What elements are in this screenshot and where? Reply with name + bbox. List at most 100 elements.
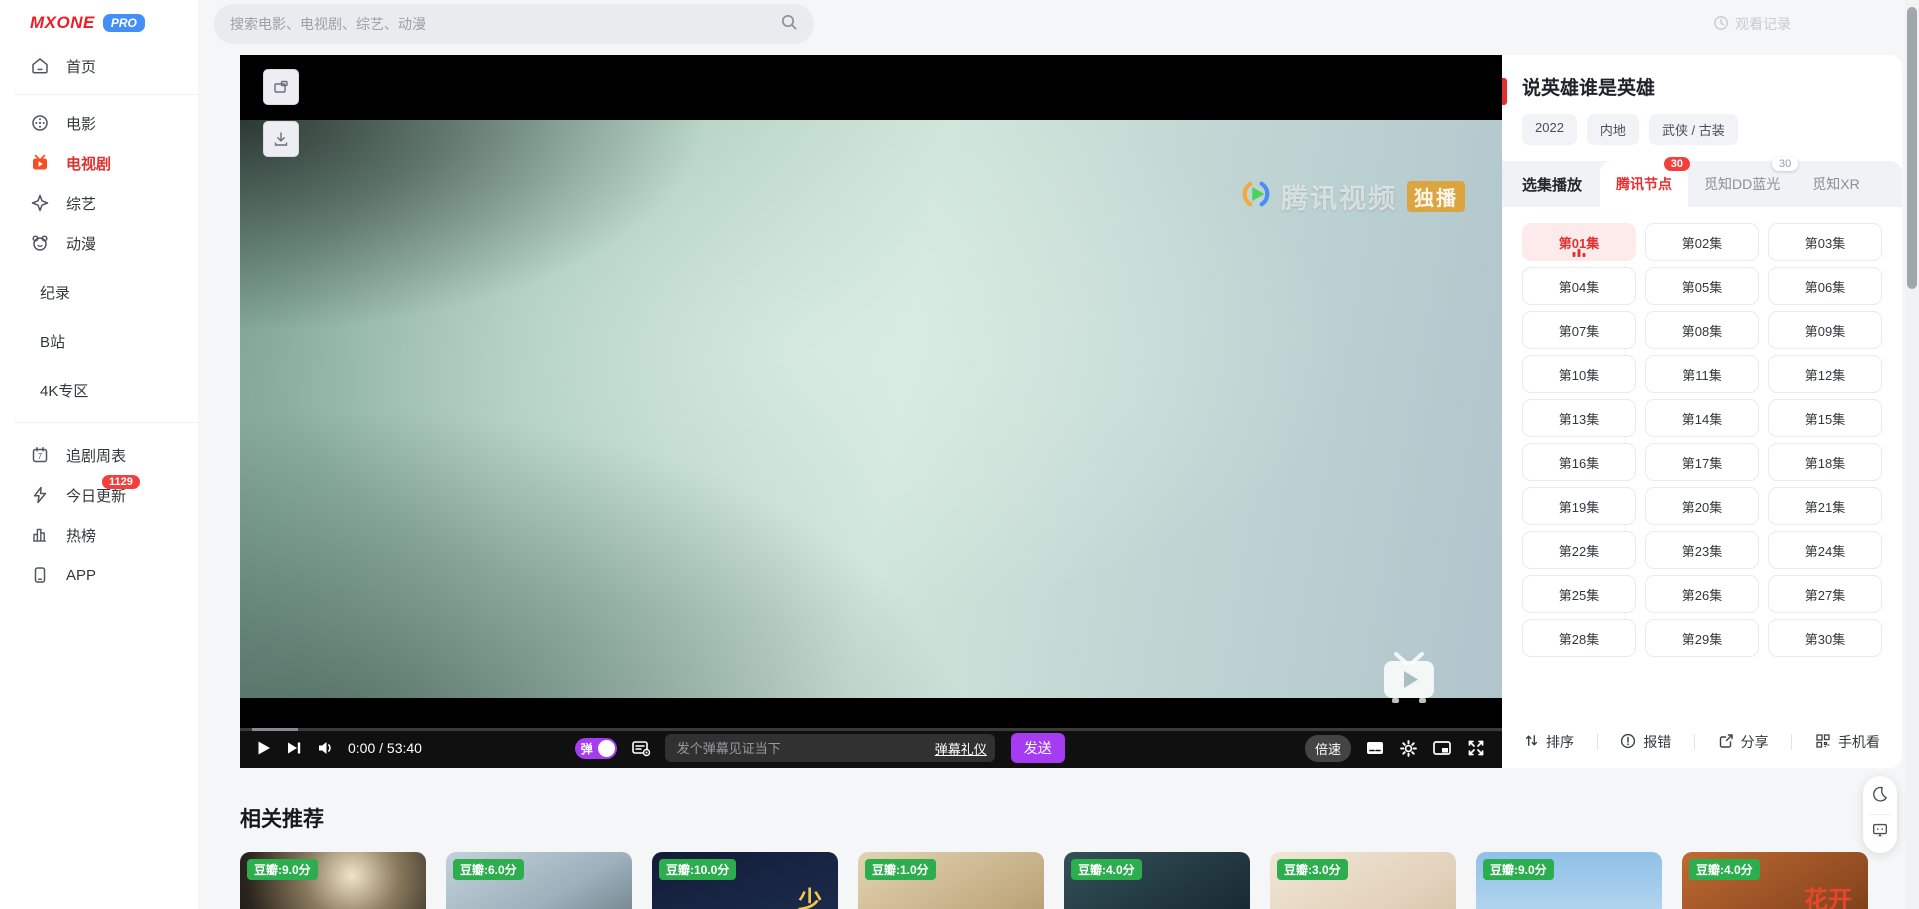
episode-label: 第21集 bbox=[1805, 497, 1845, 516]
page-scrollbar[interactable] bbox=[1905, 0, 1919, 909]
episode-button[interactable]: 第30集 bbox=[1768, 619, 1882, 657]
episode-button[interactable]: 第21集 bbox=[1768, 487, 1882, 525]
progress-bar[interactable] bbox=[240, 728, 1502, 731]
scrollbar-thumb[interactable] bbox=[1907, 7, 1917, 289]
episode-button[interactable]: 第08集 bbox=[1645, 311, 1759, 349]
episode-button[interactable]: 第25集 bbox=[1522, 575, 1636, 613]
logo[interactable]: MXONE PRO bbox=[0, 0, 198, 46]
episode-button[interactable]: 第17集 bbox=[1645, 443, 1759, 481]
episode-button[interactable]: 第26集 bbox=[1645, 575, 1759, 613]
share-button[interactable]: 分享 bbox=[1718, 732, 1769, 752]
sort-button[interactable]: 排序 bbox=[1524, 732, 1574, 752]
picture-in-picture-icon[interactable] bbox=[1432, 738, 1452, 758]
svg-text:7: 7 bbox=[38, 452, 43, 461]
qr-code-icon bbox=[1815, 733, 1831, 752]
divider bbox=[1791, 734, 1792, 750]
episode-button[interactable]: 第15集 bbox=[1768, 399, 1882, 437]
tab-source-tencent[interactable]: 腾讯节点 30 bbox=[1600, 161, 1688, 207]
episode-button[interactable]: 第11集 bbox=[1645, 355, 1759, 393]
sidebar-item-trending[interactable]: 热榜 bbox=[0, 515, 198, 555]
sidebar-item-label: 纪录 bbox=[40, 282, 70, 303]
episode-button[interactable]: 第07集 bbox=[1522, 311, 1636, 349]
episode-button[interactable]: 第20集 bbox=[1645, 487, 1759, 525]
recommend-card[interactable]: 豆瓣:9.0分 bbox=[240, 852, 426, 909]
sidebar-item-movies[interactable]: 电影 bbox=[0, 103, 198, 143]
tab-source-dd-bluray[interactable]: 觅知DD蓝光 30 bbox=[1688, 161, 1796, 207]
popup-window-button[interactable] bbox=[263, 69, 299, 105]
play-button[interactable] bbox=[256, 740, 272, 756]
episode-button[interactable]: 第23集 bbox=[1645, 531, 1759, 569]
volume-button[interactable] bbox=[316, 739, 334, 757]
episode-button[interactable]: 第03集 bbox=[1768, 223, 1882, 261]
danmaku-toggle[interactable]: 弹 bbox=[575, 738, 617, 759]
episode-button[interactable]: 第29集 bbox=[1645, 619, 1759, 657]
episode-button[interactable]: 第24集 bbox=[1768, 531, 1882, 569]
sidebar-item-tv-series[interactable]: 电视剧 bbox=[0, 143, 198, 183]
episode-button[interactable]: 第05集 bbox=[1645, 267, 1759, 305]
recommend-card[interactable]: 豆瓣:10.0分 少 bbox=[652, 852, 838, 909]
episode-button[interactable]: 第19集 bbox=[1522, 487, 1636, 525]
episode-button[interactable]: 第27集 bbox=[1768, 575, 1882, 613]
episode-button[interactable]: 第01集 bbox=[1522, 223, 1636, 261]
episode-button[interactable]: 第22集 bbox=[1522, 531, 1636, 569]
sidebar-item-weekly-schedule[interactable]: 7 追剧周表 bbox=[0, 435, 198, 475]
episode-button[interactable]: 第14集 bbox=[1645, 399, 1759, 437]
next-episode-button[interactable] bbox=[286, 740, 302, 756]
search-box[interactable] bbox=[214, 4, 814, 44]
recommend-card[interactable]: 豆瓣:1.0分 bbox=[858, 852, 1044, 909]
search-input[interactable] bbox=[230, 16, 780, 32]
bar-chart-icon bbox=[30, 525, 50, 545]
recommend-card[interactable]: 豆瓣:6.0分 bbox=[446, 852, 632, 909]
episode-button[interactable]: 第06集 bbox=[1768, 267, 1882, 305]
episode-label: 第24集 bbox=[1805, 541, 1845, 560]
search-icon[interactable] bbox=[780, 13, 798, 36]
recommend-card[interactable]: 豆瓣:9.0分 bbox=[1476, 852, 1662, 909]
recommend-card[interactable]: 豆瓣:4.0分 花开 bbox=[1682, 852, 1868, 909]
settings-gear-icon[interactable] bbox=[1399, 739, 1418, 758]
episode-button[interactable]: 第09集 bbox=[1768, 311, 1882, 349]
send-danmaku-button[interactable]: 发送 bbox=[1011, 733, 1065, 763]
recommend-card[interactable]: 豆瓣:3.0分 bbox=[1270, 852, 1456, 909]
tag-year[interactable]: 2022 bbox=[1522, 114, 1577, 145]
sidebar-item-variety[interactable]: 综艺 bbox=[0, 183, 198, 223]
download-button[interactable] bbox=[263, 121, 299, 157]
sidebar-item-documentary[interactable]: 纪录 bbox=[0, 272, 198, 312]
episode-label: 第08集 bbox=[1682, 321, 1722, 340]
danmaku-settings-icon[interactable] bbox=[631, 738, 651, 758]
episode-button[interactable]: 第28集 bbox=[1522, 619, 1636, 657]
tab-source-xr[interactable]: 觅知XR bbox=[1796, 161, 1875, 207]
danmaku-etiquette-link[interactable]: 弹幕礼仪 bbox=[935, 739, 987, 758]
feedback-button[interactable] bbox=[1871, 821, 1889, 844]
sidebar-item-label: 4K专区 bbox=[40, 380, 88, 401]
danmaku-input-box[interactable]: 弹幕礼仪 bbox=[665, 734, 995, 762]
recommend-card[interactable]: 豆瓣:4.0分 bbox=[1064, 852, 1250, 909]
episode-button[interactable]: 第13集 bbox=[1522, 399, 1636, 437]
watch-history-button[interactable]: 观看记录 bbox=[1713, 0, 1791, 48]
playing-equalizer-icon bbox=[1573, 249, 1586, 257]
tag-region[interactable]: 内地 bbox=[1587, 114, 1639, 145]
tag-genre[interactable]: 武侠 / 古装 bbox=[1649, 114, 1738, 145]
douban-rating-badge: 豆瓣:9.0分 bbox=[247, 859, 318, 880]
sidebar-item-bilibili[interactable]: B站 bbox=[0, 321, 198, 361]
playback-speed-button[interactable]: 倍速 bbox=[1305, 735, 1351, 762]
sidebar-item-4k-zone[interactable]: 4K专区 bbox=[0, 370, 198, 410]
tab-episode-select[interactable]: 选集播放 bbox=[1502, 174, 1600, 195]
subtitle-list-icon[interactable] bbox=[1365, 738, 1385, 758]
episode-button[interactable]: 第12集 bbox=[1768, 355, 1882, 393]
episode-button[interactable]: 第18集 bbox=[1768, 443, 1882, 481]
action-label: 报错 bbox=[1643, 732, 1671, 752]
report-error-button[interactable]: 报错 bbox=[1620, 732, 1671, 752]
fullscreen-icon[interactable] bbox=[1466, 738, 1486, 758]
sidebar-item-today-updates[interactable]: 今日更新 1129 bbox=[0, 475, 198, 515]
dark-mode-button[interactable] bbox=[1871, 785, 1889, 808]
episode-button[interactable]: 第02集 bbox=[1645, 223, 1759, 261]
sidebar-item-home[interactable]: 首页 bbox=[0, 46, 198, 86]
cast-to-tv-icon[interactable] bbox=[1378, 650, 1440, 706]
watch-on-phone-button[interactable]: 手机看 bbox=[1815, 732, 1880, 752]
danmaku-input[interactable] bbox=[677, 741, 925, 756]
episode-button[interactable]: 第16集 bbox=[1522, 443, 1636, 481]
episode-button[interactable]: 第04集 bbox=[1522, 267, 1636, 305]
episode-button[interactable]: 第10集 bbox=[1522, 355, 1636, 393]
sidebar-item-app[interactable]: APP bbox=[0, 555, 198, 595]
sidebar-item-anime[interactable]: 动漫 bbox=[0, 223, 198, 263]
